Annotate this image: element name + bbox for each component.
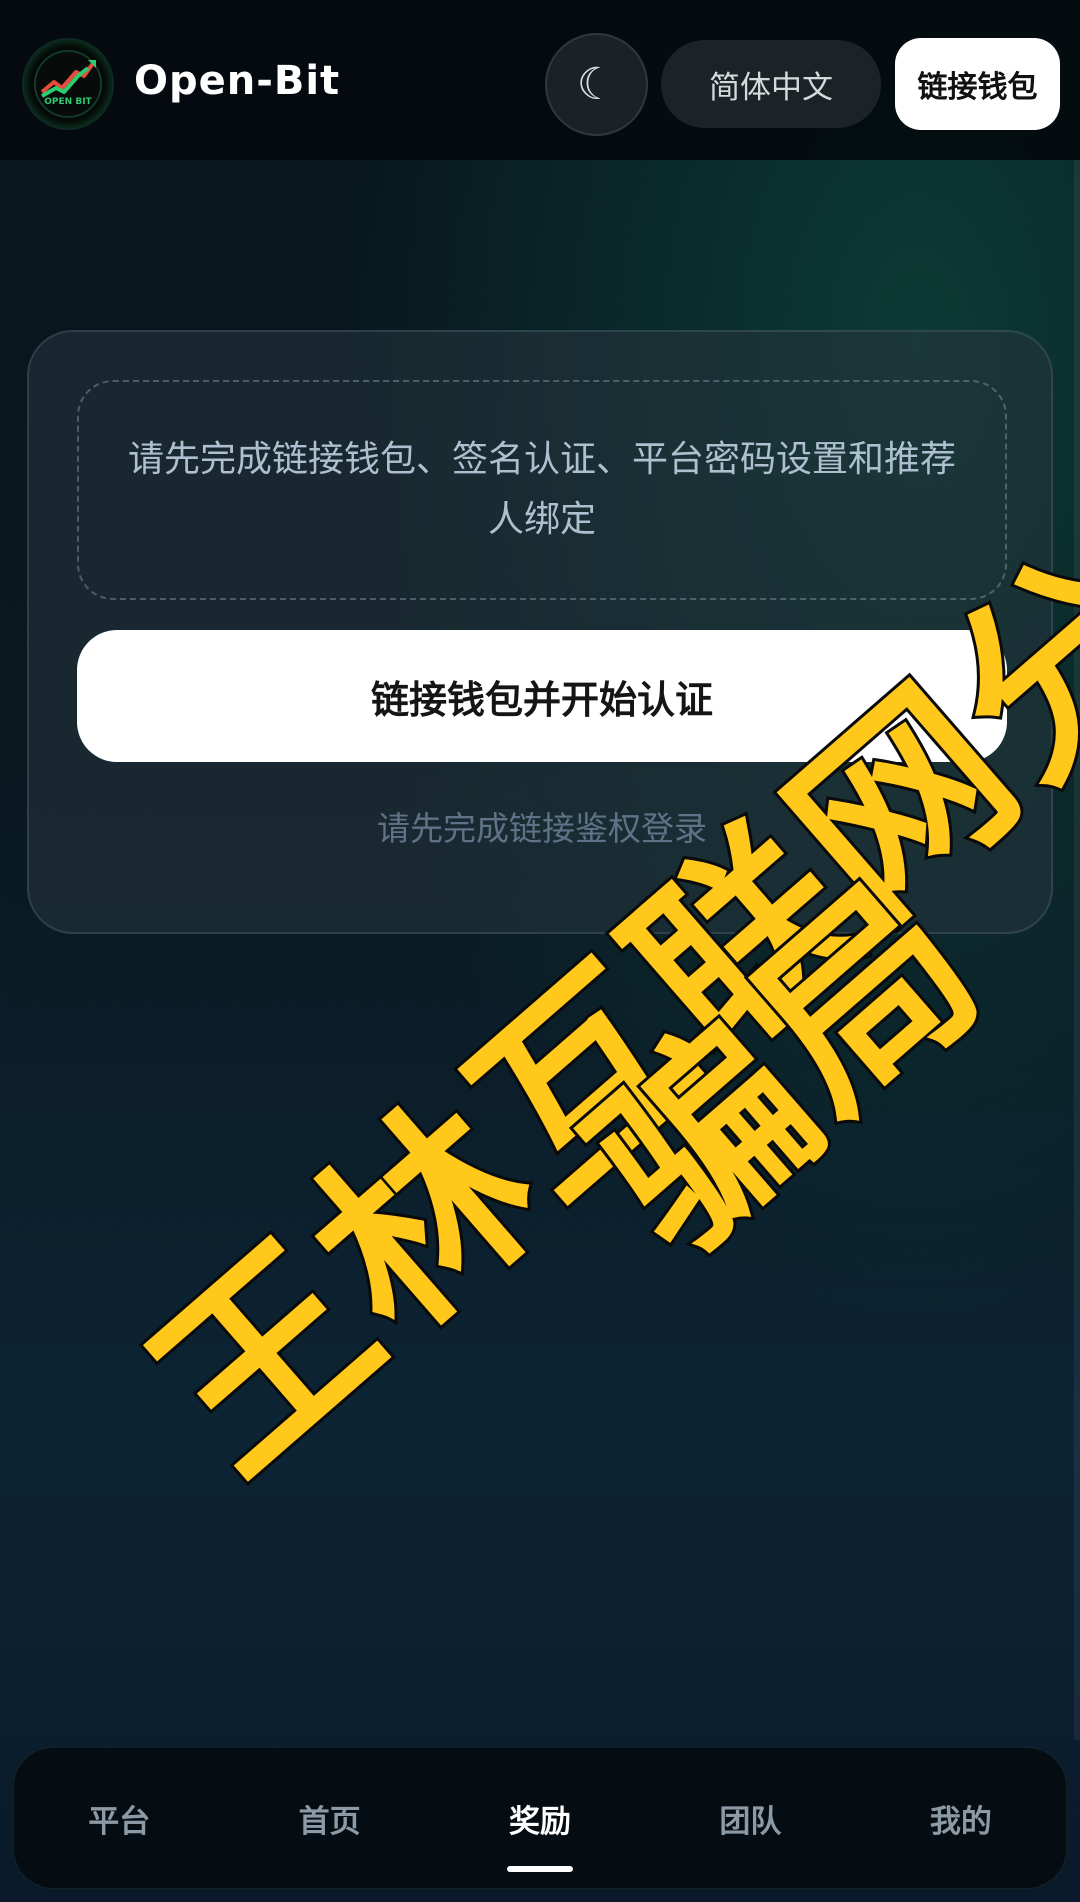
top-header: OPEN BIT Open-Bit ☾ 简体中文 链接钱包 <box>0 0 1080 160</box>
notice-box: 请先完成链接钱包、签名认证、平台密码设置和推荐人绑定 <box>77 380 1007 600</box>
nav-item-label: 团队 <box>719 1803 782 1840</box>
nav-item-label: 我的 <box>929 1803 992 1840</box>
active-tab-indicator <box>507 1866 574 1872</box>
scrollbar[interactable] <box>1074 160 1080 1740</box>
open-bit-logo[interactable]: OPEN BIT <box>22 38 114 130</box>
connect-wallet-button[interactable]: 链接钱包 <box>895 38 1060 130</box>
nav-item-team[interactable]: 团队 <box>645 1748 855 1888</box>
auth-card: 请先完成链接钱包、签名认证、平台密码设置和推荐人绑定 链接钱包并开始认证 请先完… <box>27 330 1053 934</box>
nav-item-mine[interactable]: 我的 <box>856 1748 1066 1888</box>
nav-item-label: 首页 <box>298 1803 361 1840</box>
nav-item-label: 平台 <box>88 1803 151 1840</box>
nav-item-platform[interactable]: 平台 <box>14 1748 224 1888</box>
language-select-button[interactable]: 简体中文 <box>661 40 881 128</box>
nav-item-label: 奖励 <box>509 1803 572 1840</box>
nav-item-rewards[interactable]: 奖励 <box>435 1748 645 1888</box>
login-hint: 请先完成链接鉴权登录 <box>377 809 707 848</box>
connect-and-verify-button[interactable]: 链接钱包并开始认证 <box>77 630 1007 762</box>
nav-item-home[interactable]: 首页 <box>224 1748 434 1888</box>
notice-text: 请先完成链接钱包、签名认证、平台密码设置和推荐人绑定 <box>127 439 956 540</box>
bottom-nav: 平台 首页 奖励 团队 我的 <box>13 1747 1067 1889</box>
logo-chart-icon: OPEN BIT <box>34 50 102 118</box>
brand-name: Open-Bit <box>134 58 341 104</box>
moon-icon: ☾ <box>576 59 617 110</box>
logo-text: OPEN BIT <box>44 97 92 107</box>
theme-toggle-button[interactable]: ☾ <box>545 33 648 136</box>
